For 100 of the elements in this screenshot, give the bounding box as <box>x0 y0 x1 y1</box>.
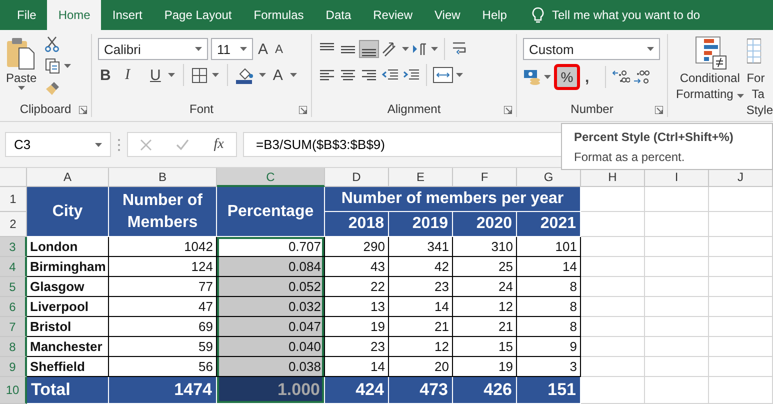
empty-cell[interactable] <box>645 297 709 317</box>
empty-cell[interactable] <box>645 337 709 357</box>
row-header[interactable]: 9 <box>0 357 27 377</box>
insert-function-button[interactable]: fx <box>214 136 224 152</box>
ribbon-tab[interactable]: Formulas <box>242 0 315 30</box>
ribbon-tab[interactable]: Page Layout <box>153 0 243 30</box>
group-label: Alignment <box>387 102 441 116</box>
format-as-table-button[interactable]: For Ta <box>746 36 765 102</box>
column-header[interactable]: E <box>389 168 453 187</box>
borders-icon[interactable] <box>192 68 207 82</box>
font-color-button[interactable]: A <box>270 66 285 84</box>
align-center-icon[interactable] <box>339 67 357 83</box>
launcher-icon[interactable] <box>655 106 663 114</box>
table-cell: 0.040 <box>217 337 325 357</box>
text-direction-icon[interactable] <box>412 42 428 56</box>
column-header[interactable]: D <box>325 168 389 187</box>
align-left-icon[interactable] <box>318 67 336 83</box>
ribbon-tab[interactable]: File <box>6 0 48 30</box>
conditional-formatting-button[interactable]: Conditional Formatting <box>676 36 744 102</box>
empty-cell[interactable] <box>645 257 709 277</box>
empty-cell[interactable] <box>709 337 773 357</box>
launcher-icon[interactable] <box>504 106 512 114</box>
row-header[interactable]: 3 <box>0 237 27 257</box>
empty-cell[interactable] <box>709 257 773 277</box>
row-header[interactable]: 8 <box>0 337 27 357</box>
empty-cell[interactable] <box>581 257 645 277</box>
row-header[interactable]: 10 <box>0 377 27 404</box>
table-cell: 19 <box>325 317 389 337</box>
italic-button[interactable]: I <box>123 66 143 84</box>
table-cell: 1474 <box>109 377 217 404</box>
comma-style-button[interactable]: , <box>583 68 599 86</box>
launcher-icon[interactable] <box>79 106 87 114</box>
row-header[interactable]: 1 <box>0 187 27 212</box>
cancel-icon[interactable] <box>140 138 152 150</box>
ribbon-tab[interactable]: Data <box>314 0 362 30</box>
name-box[interactable]: C3 <box>5 132 111 157</box>
font-size-select[interactable]: 11 <box>211 38 253 60</box>
empty-cell[interactable] <box>709 277 773 297</box>
font-name-select[interactable]: Calibri <box>98 38 208 60</box>
empty-cell[interactable] <box>581 277 645 297</box>
tooltip-title: Percent Style (Ctrl+Shift+%) <box>574 130 734 144</box>
column-header[interactable]: C <box>217 168 325 187</box>
empty-cell[interactable] <box>645 357 709 377</box>
empty-cell[interactable] <box>709 187 773 212</box>
grow-font-button[interactable]: A <box>256 40 270 58</box>
empty-cell[interactable] <box>645 317 709 337</box>
row-header[interactable]: 2 <box>0 212 27 237</box>
empty-cell[interactable] <box>709 377 773 404</box>
ribbon-tab[interactable]: Help <box>471 0 518 30</box>
row-header[interactable]: 7 <box>0 317 27 337</box>
row-header[interactable]: 4 <box>0 257 27 277</box>
empty-cell[interactable] <box>581 357 645 377</box>
table-cell: 14 <box>517 257 581 277</box>
empty-cell[interactable] <box>581 317 645 337</box>
underline-button[interactable]: U <box>148 66 163 84</box>
empty-cell[interactable] <box>709 237 773 257</box>
header-cell: Number of members per year <box>325 187 581 212</box>
empty-cell[interactable] <box>645 212 709 237</box>
paste-button[interactable]: Paste <box>6 36 37 100</box>
number-format-select[interactable]: Custom <box>523 38 660 60</box>
ribbon-tab[interactable]: View <box>424 0 472 30</box>
empty-cell[interactable] <box>709 297 773 317</box>
empty-cell[interactable] <box>581 297 645 317</box>
fill-color-icon[interactable] <box>236 66 254 84</box>
empty-cell[interactable] <box>645 377 709 404</box>
row-header[interactable]: 5 <box>0 277 27 297</box>
empty-cell[interactable] <box>581 337 645 357</box>
brush-icon[interactable] <box>44 80 61 96</box>
align-right-icon[interactable] <box>360 67 378 83</box>
ribbon-tab[interactable]: Review <box>362 0 424 30</box>
increase-decimal-icon[interactable] <box>612 69 630 85</box>
copy-icon[interactable] <box>44 58 61 74</box>
select-all-corner[interactable] <box>0 168 27 187</box>
row-header[interactable]: 6 <box>0 297 27 317</box>
check-icon[interactable] <box>176 139 190 150</box>
empty-cell[interactable] <box>645 277 709 297</box>
launcher-icon[interactable] <box>299 106 307 114</box>
column-header[interactable]: B <box>109 168 217 187</box>
money-icon[interactable] <box>523 69 541 85</box>
empty-cell[interactable] <box>645 187 709 212</box>
column-header[interactable]: A <box>27 168 109 187</box>
column-header[interactable]: G <box>517 168 581 187</box>
tell-me-search[interactable]: Tell me what you want to do <box>552 8 700 22</box>
column-header[interactable]: F <box>453 168 517 187</box>
table-cell: 0.047 <box>217 317 325 337</box>
empty-cell[interactable] <box>709 357 773 377</box>
bold-button[interactable]: B <box>98 66 118 84</box>
ribbon-tab[interactable]: Insert <box>101 0 154 30</box>
scissors-icon[interactable] <box>44 36 59 52</box>
decrease-decimal-icon[interactable] <box>633 69 651 85</box>
shrink-font-button[interactable]: A <box>273 41 286 57</box>
percent-style-button[interactable]: % <box>554 64 580 90</box>
empty-cell[interactable] <box>645 237 709 257</box>
empty-cell[interactable] <box>709 317 773 337</box>
empty-cell[interactable] <box>709 212 773 237</box>
table-cell: Liverpool <box>27 297 109 317</box>
merge-cells-icon[interactable] <box>433 67 453 83</box>
drag-handle-icon[interactable] <box>117 138 121 152</box>
ribbon-tab[interactable]: Home <box>47 0 102 30</box>
empty-cell[interactable] <box>581 237 645 257</box>
